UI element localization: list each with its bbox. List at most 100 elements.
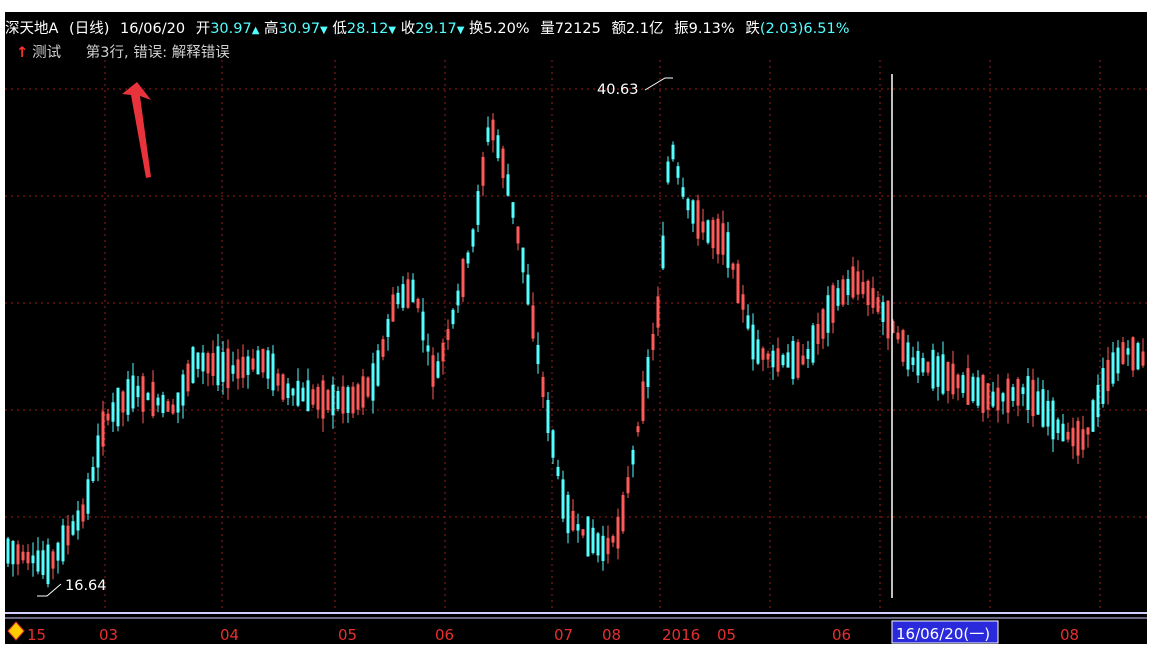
- candle-body: [491, 119, 495, 141]
- candle-body: [1071, 427, 1075, 447]
- candle-body: [496, 135, 500, 159]
- down-marker-icon: ▼: [456, 25, 465, 36]
- axis-tick: 08: [1060, 626, 1079, 644]
- candle-body: [1026, 376, 1030, 410]
- candle-body: [341, 386, 345, 414]
- candle-body: [231, 365, 235, 374]
- candle-body: [371, 363, 375, 401]
- candle-body: [451, 309, 455, 325]
- max-price-annotation: 40.63: [597, 82, 639, 98]
- candle-body: [16, 544, 20, 565]
- candle-body: [386, 319, 390, 337]
- candle-body: [1086, 427, 1090, 435]
- max-price-leader: [644, 77, 673, 91]
- candle-body: [581, 529, 585, 536]
- candle-body: [611, 536, 615, 543]
- candle-body: [21, 551, 25, 561]
- diamond-marker-icon[interactable]: [7, 621, 25, 641]
- candle-body: [911, 357, 915, 365]
- candle-body: [546, 399, 550, 434]
- candle-body: [656, 296, 660, 328]
- candle-body: [541, 376, 545, 398]
- axis-tick: 07: [554, 626, 573, 644]
- candle-body: [406, 279, 410, 308]
- volume-value: 72125: [554, 21, 601, 37]
- candle-body: [281, 374, 285, 400]
- candle-body: [196, 352, 200, 369]
- candle-body: [846, 278, 850, 296]
- candle-body: [76, 510, 80, 531]
- amount-value: 2.1亿: [625, 21, 664, 37]
- candle-body: [751, 324, 755, 360]
- candle-body: [746, 315, 750, 329]
- candle-body: [651, 333, 655, 351]
- candle-body: [71, 521, 75, 535]
- candle-body: [146, 392, 150, 401]
- candle-body: [1141, 351, 1145, 366]
- candle-body: [416, 298, 420, 309]
- candle-body: [106, 413, 110, 421]
- candle-body: [941, 354, 945, 394]
- date-axis[interactable]: 15 03 04 05 06 07 08 2016 05 06 16/06/20…: [5, 612, 1147, 644]
- candle-body: [986, 383, 990, 410]
- candle-body: [821, 309, 825, 339]
- candle-body: [211, 353, 215, 376]
- candle-body: [6, 538, 10, 564]
- candle-body: [221, 352, 225, 382]
- candle-body: [441, 342, 445, 362]
- candle-body: [761, 348, 765, 360]
- candle-body: [446, 329, 450, 340]
- high-value: 30.97: [278, 21, 321, 37]
- candle-body: [576, 524, 580, 531]
- up-marker-icon: ▲: [251, 25, 260, 36]
- candle-body: [791, 340, 795, 380]
- candle-body: [951, 363, 955, 395]
- candle-body: [856, 271, 860, 295]
- candle-body: [1056, 419, 1060, 434]
- candle-body: [556, 466, 560, 477]
- candle-body: [66, 525, 70, 546]
- candle-body: [711, 219, 715, 249]
- candle-body: [271, 353, 275, 391]
- candle-body: [376, 350, 380, 386]
- candle-body: [116, 387, 120, 427]
- test-indicator-label[interactable]: 测试: [32, 45, 61, 61]
- candle-body: [131, 375, 135, 409]
- candle-body: [1011, 387, 1015, 401]
- candle-body: [481, 156, 485, 186]
- high-label: 高: [264, 21, 279, 37]
- candle-body: [366, 377, 370, 397]
- candle-body: [716, 218, 720, 255]
- candle-body: [466, 252, 470, 264]
- candle-body: [1001, 393, 1005, 402]
- candle-body: [391, 294, 395, 322]
- candle-body: [26, 551, 30, 564]
- candle-body: [236, 359, 240, 379]
- candle-body: [461, 258, 465, 298]
- candle-body: [1096, 384, 1100, 418]
- candle-body: [771, 350, 775, 368]
- candle-body: [636, 426, 640, 433]
- candle-body: [816, 323, 820, 345]
- candle-body: [521, 247, 525, 273]
- candle-body: [11, 541, 15, 565]
- candle-body: [776, 348, 780, 372]
- candle-body: [216, 346, 220, 386]
- candle-body: [756, 339, 760, 364]
- candle-body: [1036, 391, 1040, 415]
- candle-body: [876, 297, 880, 312]
- candle-body: [646, 357, 650, 387]
- min-price-leader: [37, 583, 62, 597]
- candle-body: [426, 345, 430, 352]
- candlestick-plot[interactable]: 40.63 16.64: [5, 60, 1147, 612]
- candle-body: [41, 550, 45, 576]
- candle-body: [396, 292, 400, 305]
- candle-body: [966, 368, 970, 405]
- candle-body: [906, 342, 910, 370]
- candle-body: [181, 374, 185, 406]
- candle-body: [91, 466, 95, 482]
- candle-body: [1076, 420, 1080, 456]
- candle-body: [686, 198, 690, 211]
- candle-body: [306, 380, 310, 412]
- candle-body: [1006, 378, 1010, 413]
